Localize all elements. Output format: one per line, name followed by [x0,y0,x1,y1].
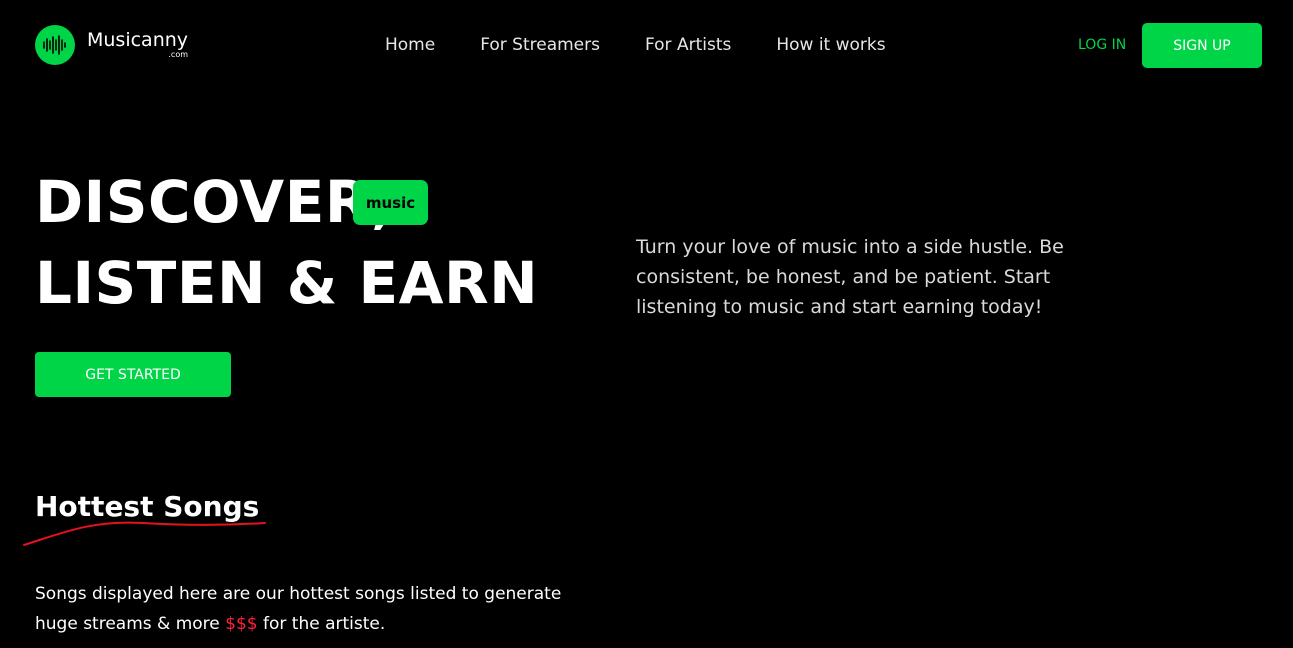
music-badge: music [353,180,428,225]
money-highlight: $$$ [225,614,258,634]
get-started-button[interactable]: GET STARTED [35,352,231,397]
login-link[interactable]: LOG IN [1078,36,1126,54]
description-text-end: for the artiste. [257,614,386,634]
nav-for-streamers[interactable]: For Streamers [480,34,600,56]
title-underline-decoration [23,521,266,546]
main-nav: Home For Streamers For Artists How it wo… [385,34,931,56]
hero-heading-line2: LISTEN & EARN [35,249,539,317]
brand-tld: .com [168,50,189,59]
hottest-songs-description: Songs displayed here are our hottest son… [35,579,595,639]
nav-for-artists[interactable]: For Artists [645,34,731,56]
signup-button[interactable]: SIGN UP [1142,23,1262,68]
brand-logo[interactable]: Musicanny .com [35,25,188,65]
nav-how-it-works[interactable]: How it works [776,34,885,56]
soundwave-icon [35,25,75,65]
hero-heading-line1: DISCOVER, [35,168,394,236]
nav-home[interactable]: Home [385,34,435,56]
hero-description: Turn your love of music into a side hust… [636,236,1064,318]
brand-name: Musicanny [87,29,189,51]
